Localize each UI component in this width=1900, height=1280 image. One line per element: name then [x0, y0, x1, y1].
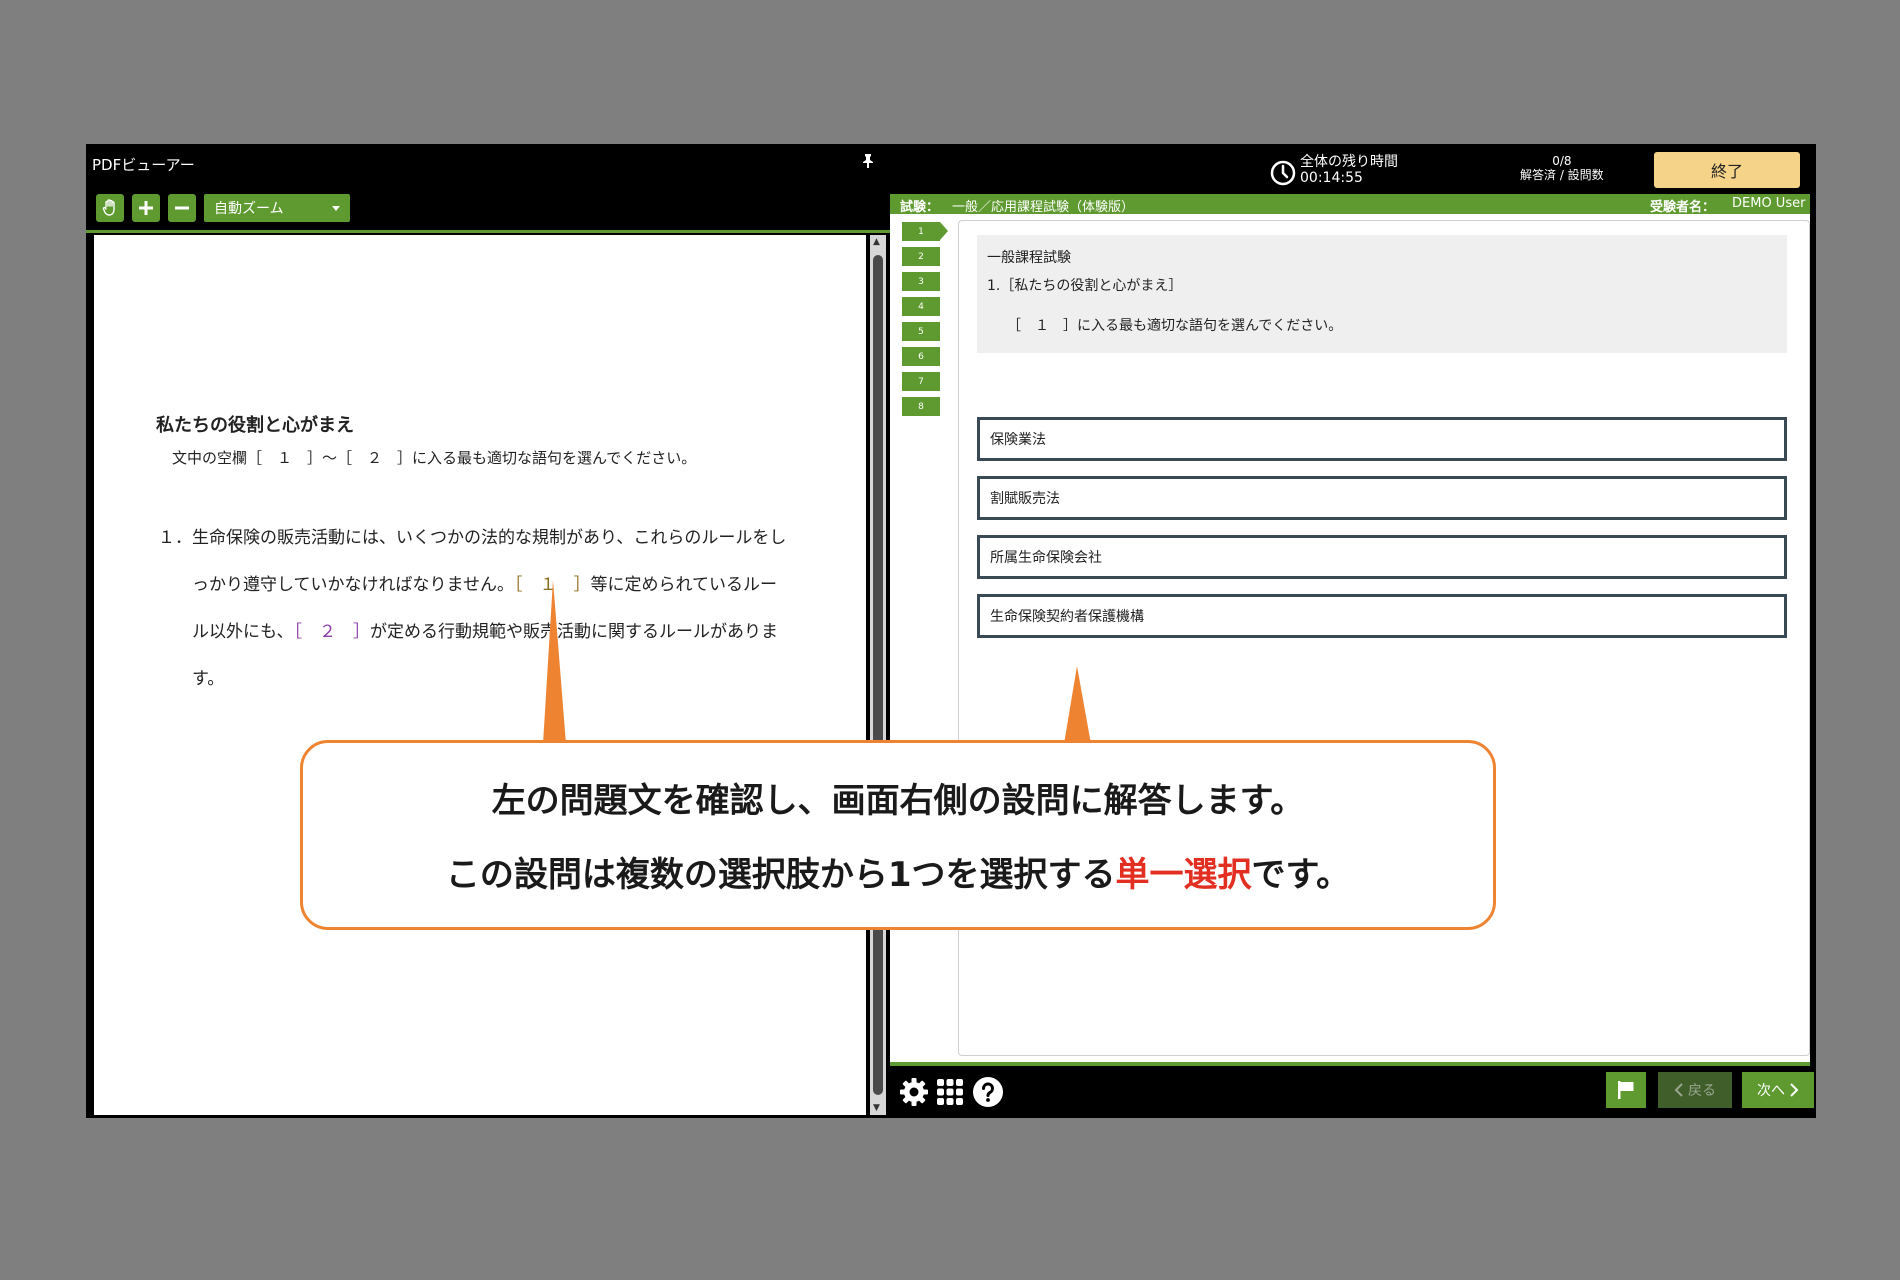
callout-line-1: 左の問題文を確認し、画面右側の設問に解答します。 — [491, 781, 1305, 821]
callout-line-2: この設問は複数の選択肢から1つを選択する単一選択です。 — [445, 855, 1351, 895]
instruction-callout: 左の問題文を確認し、画面右側の設問に解答します。 この設問は複数の選択肢から1つ… — [300, 740, 1496, 930]
callout-accent-text: 単一選択 — [1115, 855, 1252, 895]
callout-pointer-right — [1064, 666, 1091, 744]
callout-pointers — [543, 580, 1091, 744]
callout-pointer-left — [543, 580, 566, 744]
